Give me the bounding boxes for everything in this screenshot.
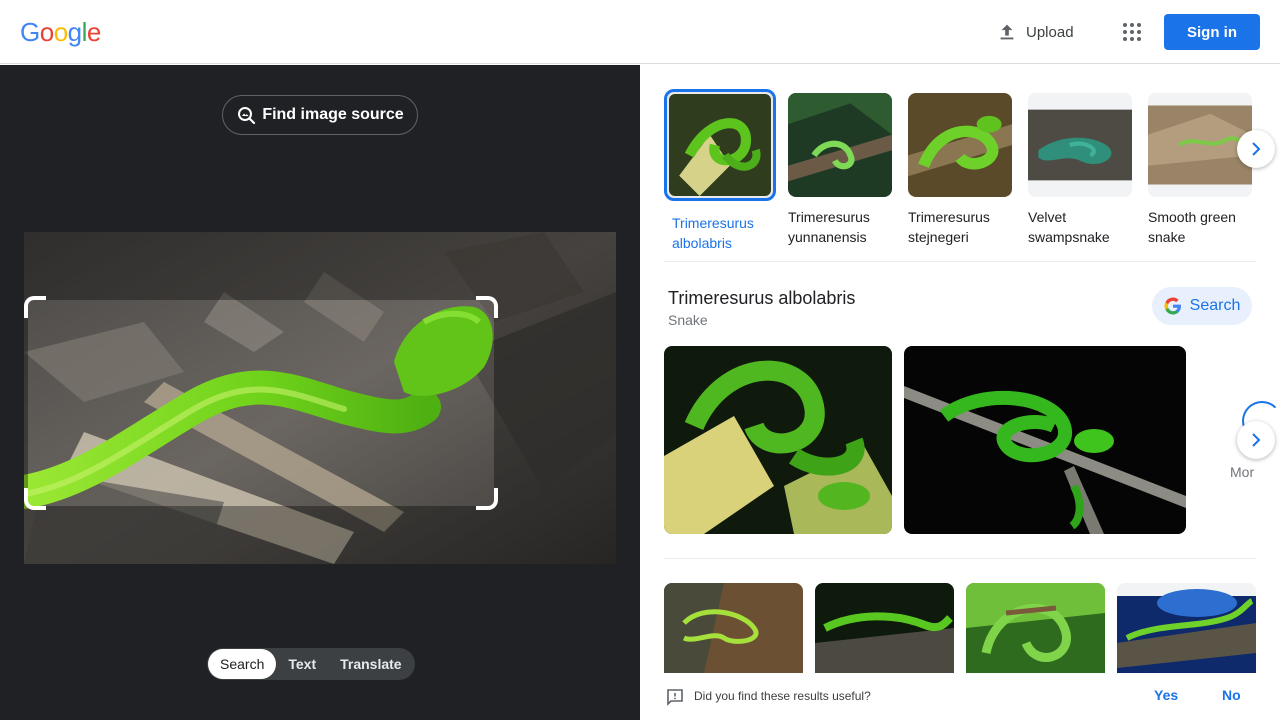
visual-match-image[interactable] [966, 583, 1105, 673]
image-search-icon [238, 107, 256, 125]
sign-in-button[interactable]: Sign in [1164, 14, 1260, 50]
feedback-bar: Did you find these results useful? Yes N… [640, 674, 1280, 720]
entity-thumbnail [664, 89, 776, 201]
feedback-yes-button[interactable]: Yes [1154, 687, 1178, 703]
section-divider [664, 261, 1256, 262]
crop-handle-top-right[interactable] [476, 296, 498, 318]
logo-letter: o [39, 17, 54, 47]
tab-translate[interactable]: Translate [328, 649, 413, 679]
section-divider [664, 558, 1256, 559]
more-label: Mor [1230, 464, 1255, 480]
chevron-right-icon [1252, 433, 1261, 447]
mode-tabs: Search Text Translate [207, 648, 415, 680]
entity-thumbnail [788, 93, 892, 197]
images-next-button[interactable] [1237, 421, 1275, 459]
crop-handle-bottom-left[interactable] [24, 488, 46, 510]
query-image-pane: Find image source Search Text Translate [0, 65, 640, 720]
entity-thumbnail [1028, 93, 1132, 197]
entity-name: Velvet swampsnake [1028, 209, 1110, 245]
find-image-source-button[interactable]: Find image source [222, 95, 418, 135]
visual-matches-carousel: Trimeresurus albolabris Trimeresurus yun… [664, 89, 1256, 251]
visual-match-image[interactable] [815, 583, 954, 673]
knowledge-search-button[interactable]: Search [1152, 287, 1252, 325]
carousel-next-button[interactable] [1237, 130, 1275, 168]
feedback-question: Did you find these results useful? [694, 689, 871, 703]
find-image-source-label: Find image source [262, 106, 404, 123]
knowledge-search-label: Search [1189, 297, 1241, 314]
apps-grid-icon [1123, 23, 1141, 41]
knowledge-subtitle: Snake [668, 312, 708, 328]
query-image[interactable] [24, 232, 616, 564]
entity-card[interactable]: Trimeresurus stejnegeri [904, 89, 1016, 247]
upload-icon [1000, 24, 1014, 40]
google-logo[interactable]: Google [20, 16, 101, 48]
knowledge-image[interactable] [904, 346, 1186, 534]
entity-name: Smooth green snake [1148, 209, 1236, 245]
visual-match-image[interactable] [1117, 583, 1256, 673]
apps-button[interactable] [1114, 14, 1150, 50]
crop-handle-top-left[interactable] [24, 296, 46, 318]
upload-button[interactable]: Upload [984, 14, 1086, 50]
logo-letter: e [86, 17, 101, 47]
knowledge-title: Trimeresurus albolabris [668, 288, 856, 308]
feedback-icon [667, 689, 683, 706]
logo-letter: g [67, 17, 82, 47]
entity-card[interactable]: Trimeresurus albolabris [664, 89, 776, 253]
tab-search[interactable]: Search [208, 649, 277, 679]
entity-name: Trimeresurus yunnanensis [788, 209, 870, 245]
tab-text[interactable]: Text [276, 649, 328, 679]
header-bar: Google Upload Sign in [0, 0, 1280, 64]
logo-letter: o [53, 17, 68, 47]
google-g-icon [1164, 297, 1181, 315]
visual-match-image[interactable] [664, 583, 803, 673]
entity-card[interactable]: Velvet swampsnake [1024, 89, 1136, 247]
results-pane: Trimeresurus albolabris Trimeresurus yun… [640, 65, 1280, 720]
entity-name: Trimeresurus albolabris [672, 215, 754, 251]
upload-label: Upload [1026, 23, 1074, 41]
feedback-no-button[interactable]: No [1222, 687, 1241, 703]
entity-name: Trimeresurus stejnegeri [908, 209, 990, 245]
logo-letter: G [20, 17, 40, 47]
crop-handle-bottom-right[interactable] [476, 488, 498, 510]
entity-card[interactable]: Trimeresurus yunnanensis [784, 89, 896, 247]
snake-photo [24, 232, 616, 564]
knowledge-image[interactable] [664, 346, 892, 534]
chevron-right-icon [1252, 142, 1261, 156]
entity-thumbnail [908, 93, 1012, 197]
entity-card[interactable]: Smooth green snake [1144, 89, 1256, 247]
